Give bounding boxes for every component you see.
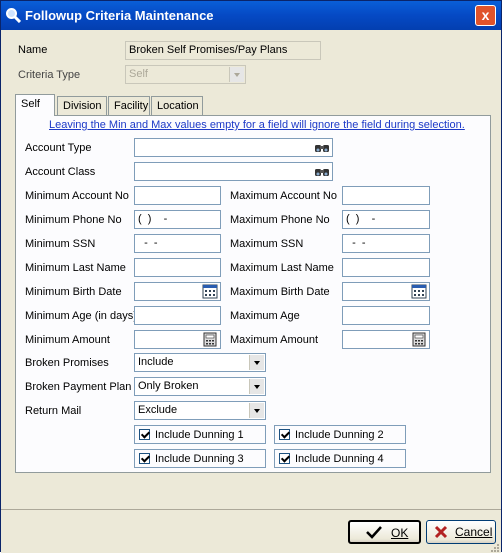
include-dunning-1-checkbox[interactable]: Include Dunning 1 bbox=[134, 425, 266, 444]
ok-label: OK bbox=[391, 526, 409, 540]
criteria-type-select[interactable]: Self bbox=[125, 65, 246, 84]
min-age-label: Minimum Age (in days) bbox=[25, 310, 137, 322]
include-dunning-4-label: Include Dunning 4 bbox=[295, 453, 384, 465]
criteria-type-label: Criteria Type bbox=[18, 69, 81, 81]
min-amount-field[interactable] bbox=[134, 330, 221, 349]
broken-promises-value: Include bbox=[138, 356, 174, 368]
max-amount-label: Maximum Amount bbox=[230, 334, 319, 346]
return-mail-select[interactable]: Exclude bbox=[134, 401, 266, 420]
close-icon: x bbox=[481, 7, 490, 23]
calculator-icon[interactable] bbox=[411, 332, 427, 347]
cancel-label: Cancel bbox=[455, 525, 493, 539]
checkmark-icon bbox=[279, 453, 290, 464]
max-account-no-label: Maximum Account No bbox=[230, 190, 337, 202]
checkmark-icon bbox=[366, 526, 382, 539]
selection-notice-link[interactable]: Leaving the Min and Max values empty for… bbox=[49, 119, 465, 131]
account-class-field[interactable] bbox=[134, 162, 333, 181]
account-type-field[interactable] bbox=[134, 138, 333, 157]
min-birth-date-field[interactable] bbox=[134, 282, 221, 301]
resize-grip-icon[interactable] bbox=[489, 542, 499, 552]
ok-button[interactable]: OK bbox=[348, 520, 421, 544]
min-age-field[interactable] bbox=[134, 306, 221, 325]
min-phone-label: Minimum Phone No bbox=[25, 214, 122, 226]
title-bar[interactable]: Followup Criteria Maintenance x bbox=[1, 1, 501, 30]
min-last-name-label: Minimum Last Name bbox=[25, 262, 126, 274]
broken-payment-plan-select[interactable]: Only Broken bbox=[134, 377, 266, 396]
broken-promises-select[interactable]: Include bbox=[134, 353, 266, 372]
return-mail-value: Exclude bbox=[138, 404, 178, 416]
tab-self[interactable]: Self bbox=[15, 94, 55, 116]
broken-promises-label: Broken Promises bbox=[25, 357, 109, 369]
max-ssn-field[interactable]: - - bbox=[342, 234, 430, 253]
max-amount-field[interactable] bbox=[342, 330, 430, 349]
max-age-label: Maximum Age bbox=[230, 310, 300, 322]
account-class-label: Account Class bbox=[25, 166, 96, 178]
max-ssn-label: Maximum SSN bbox=[230, 238, 304, 250]
cancel-button[interactable]: Cancel bbox=[426, 520, 496, 544]
include-dunning-2-checkbox[interactable]: Include Dunning 2 bbox=[274, 425, 406, 444]
name-field[interactable]: Broken Self Promises/Pay Plans bbox=[125, 41, 321, 60]
chevron-down-icon[interactable] bbox=[249, 403, 264, 418]
window-title: Followup Criteria Maintenance bbox=[25, 8, 214, 23]
min-birth-date-label: Minimum Birth Date bbox=[25, 286, 122, 298]
footer-divider bbox=[1, 509, 501, 510]
checkmark-icon bbox=[139, 429, 150, 440]
calculator-icon[interactable] bbox=[202, 332, 218, 347]
tab-location[interactable]: Location bbox=[151, 96, 203, 115]
magnifier-app-icon bbox=[6, 8, 21, 23]
binoculars-icon[interactable] bbox=[314, 164, 330, 179]
max-phone-label: Maximum Phone No bbox=[230, 214, 330, 226]
checkmark-icon bbox=[279, 429, 290, 440]
tab-facility[interactable]: Facility bbox=[108, 96, 150, 115]
max-age-field[interactable] bbox=[342, 306, 430, 325]
include-dunning-3-label: Include Dunning 3 bbox=[155, 453, 244, 465]
criteria-type-value: Self bbox=[129, 68, 148, 80]
max-birth-date-field[interactable] bbox=[342, 282, 430, 301]
max-phone-field[interactable]: ( ) - bbox=[342, 210, 430, 229]
return-mail-label: Return Mail bbox=[25, 405, 82, 417]
include-dunning-4-checkbox[interactable]: Include Dunning 4 bbox=[274, 449, 406, 468]
calendar-icon[interactable] bbox=[411, 284, 427, 299]
min-ssn-label: Minimum SSN bbox=[25, 238, 96, 250]
broken-payment-plan-value: Only Broken bbox=[138, 380, 199, 392]
include-dunning-3-checkbox[interactable]: Include Dunning 3 bbox=[134, 449, 266, 468]
close-button[interactable]: x bbox=[475, 5, 496, 26]
account-type-label: Account Type bbox=[25, 142, 92, 154]
max-birth-date-label: Maximum Birth Date bbox=[230, 286, 330, 298]
calendar-icon[interactable] bbox=[202, 284, 218, 299]
min-last-name-field[interactable] bbox=[134, 258, 221, 277]
status-bar bbox=[1, 542, 501, 553]
max-account-no-field[interactable] bbox=[342, 186, 430, 205]
dialog-window: Followup Criteria Maintenance x Name Bro… bbox=[0, 0, 502, 553]
min-account-no-field[interactable] bbox=[134, 186, 221, 205]
name-label: Name bbox=[18, 44, 48, 56]
min-account-no-label: Minimum Account No bbox=[25, 190, 129, 202]
binoculars-icon[interactable] bbox=[314, 140, 330, 155]
tab-division[interactable]: Division bbox=[57, 96, 107, 115]
include-dunning-1-label: Include Dunning 1 bbox=[155, 429, 244, 441]
include-dunning-2-label: Include Dunning 2 bbox=[295, 429, 384, 441]
min-phone-field[interactable]: ( ) - bbox=[134, 210, 221, 229]
max-last-name-field[interactable] bbox=[342, 258, 430, 277]
cancel-x-icon bbox=[434, 525, 448, 539]
min-amount-label: Minimum Amount bbox=[25, 334, 110, 346]
chevron-down-icon[interactable] bbox=[249, 379, 264, 394]
chevron-down-icon bbox=[229, 67, 244, 82]
checkmark-icon bbox=[139, 453, 150, 464]
max-last-name-label: Maximum Last Name bbox=[230, 262, 334, 274]
broken-payment-plan-label: Broken Payment Plan bbox=[25, 381, 132, 393]
chevron-down-icon[interactable] bbox=[249, 355, 264, 370]
min-ssn-field[interactable]: - - bbox=[134, 234, 221, 253]
